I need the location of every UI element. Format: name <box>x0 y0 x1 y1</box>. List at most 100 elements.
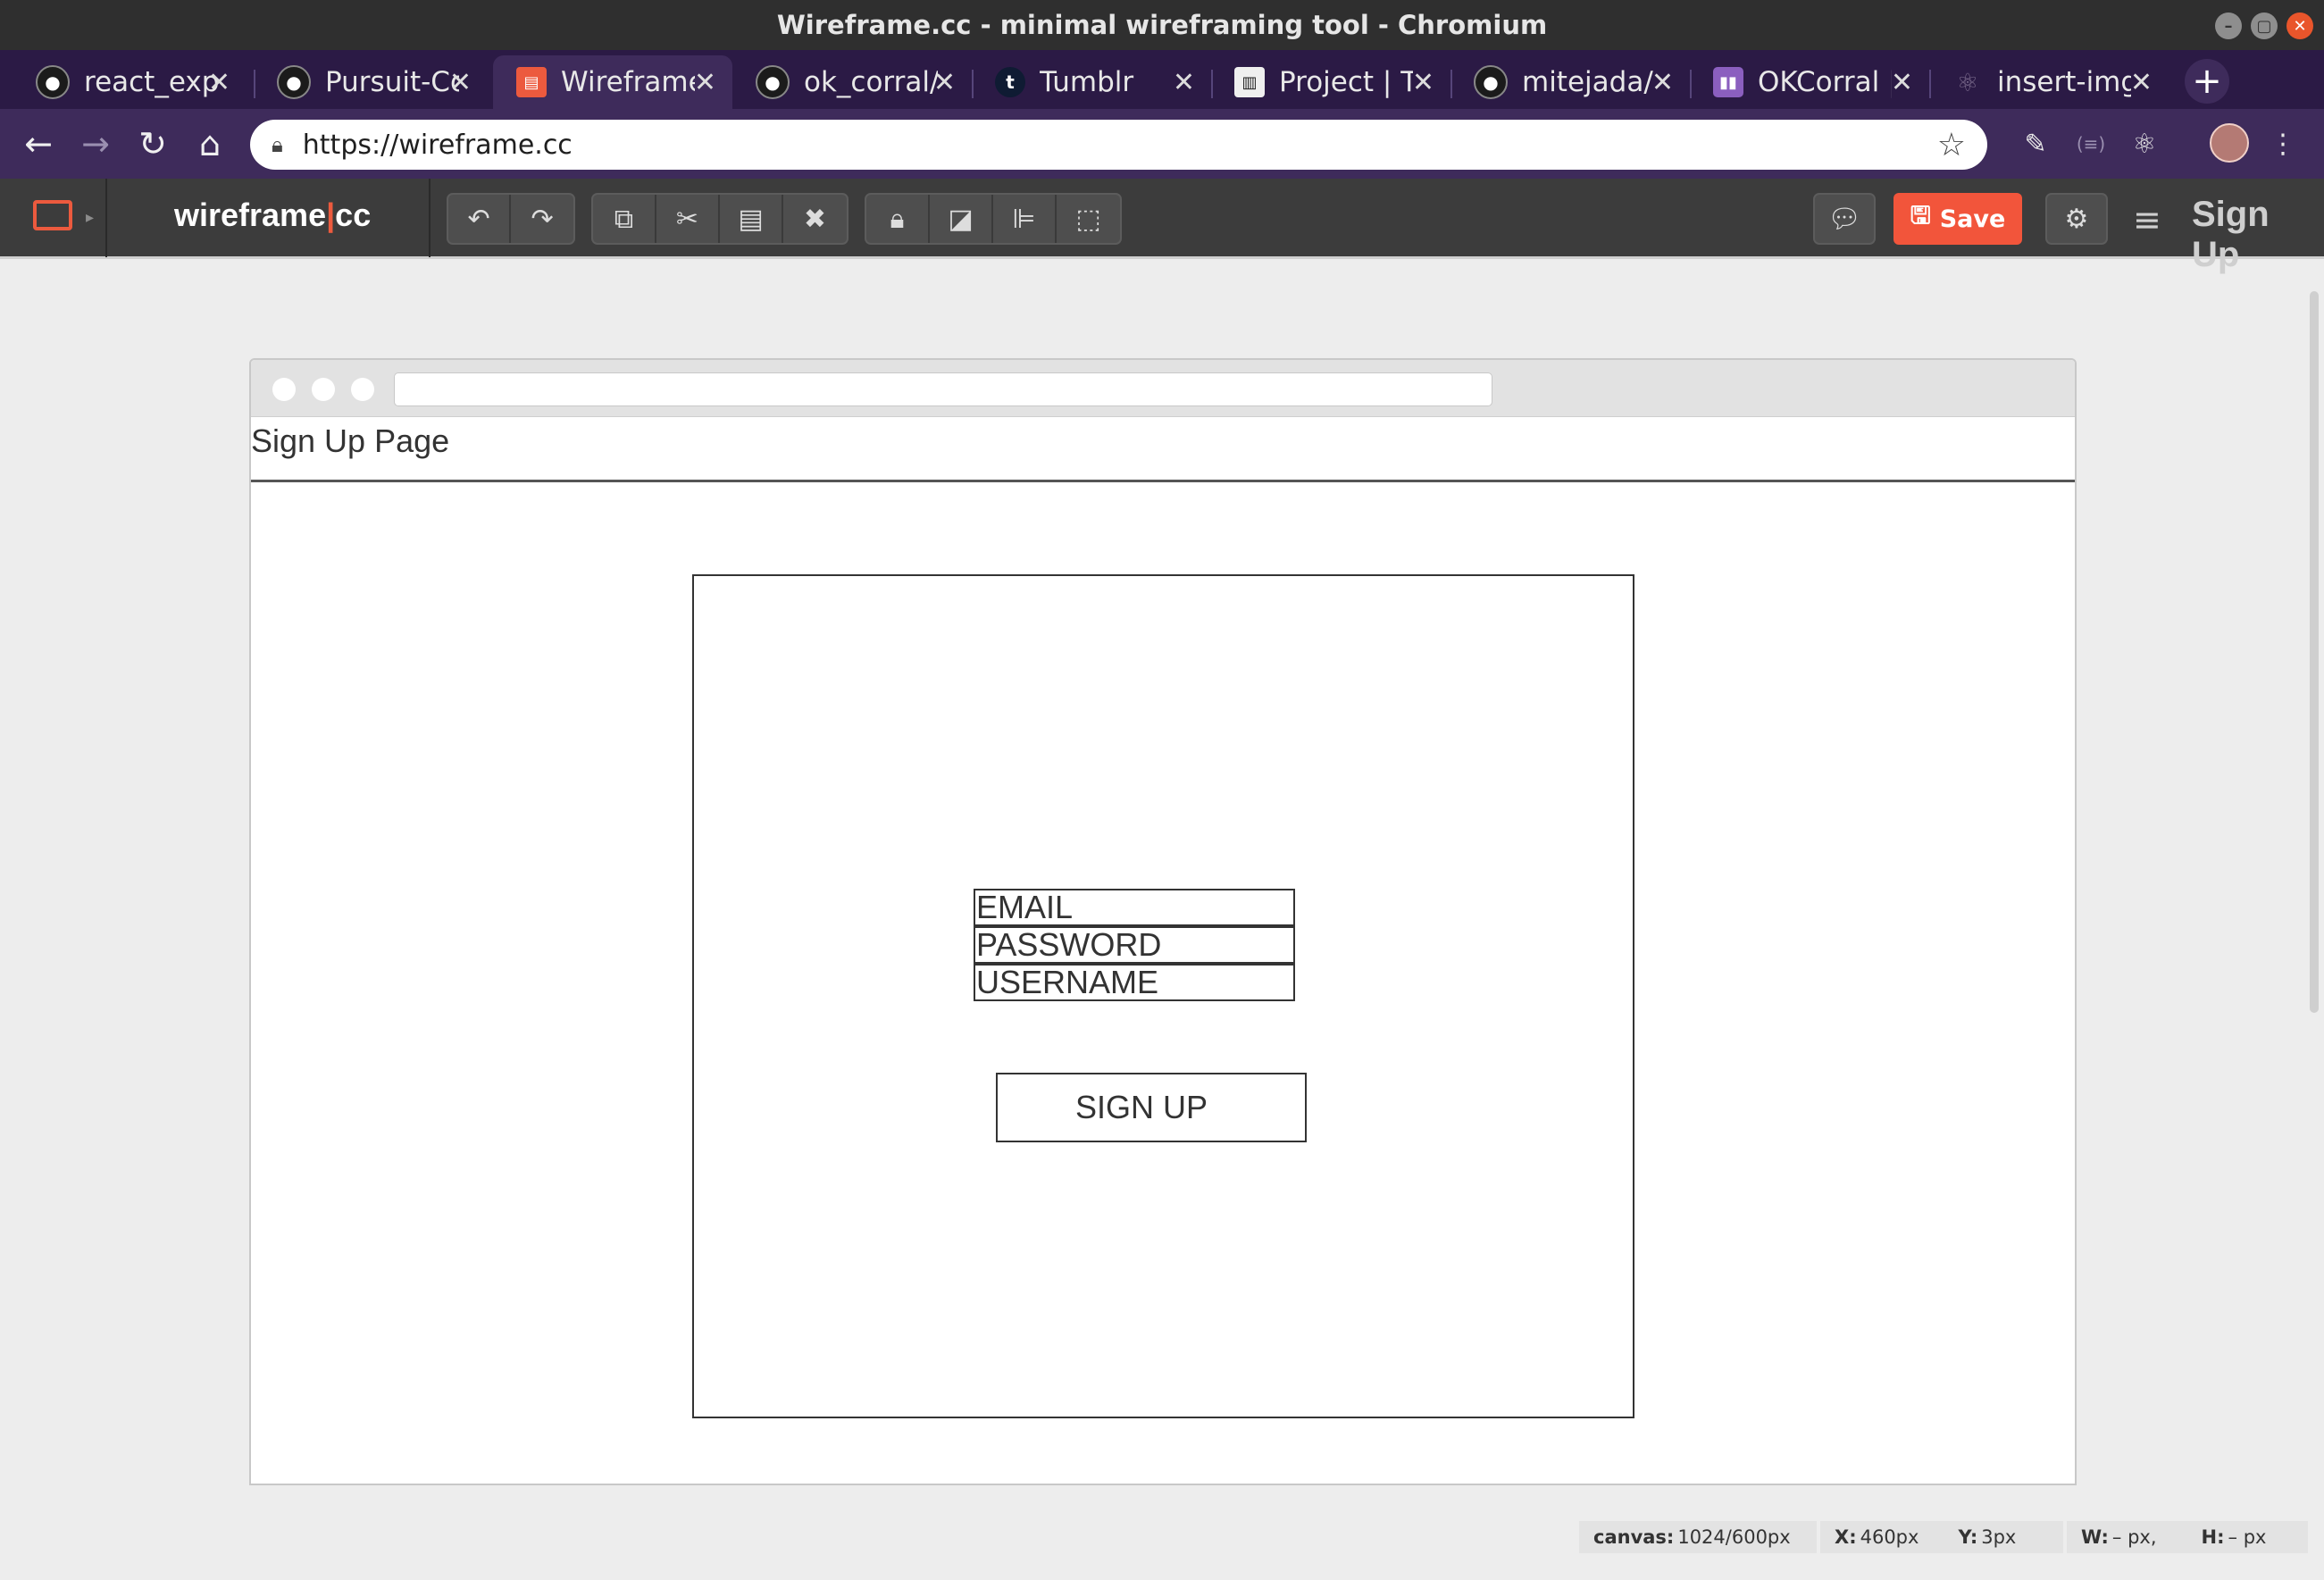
close-tab-icon[interactable]: ✕ <box>933 67 956 98</box>
settings-group: ⚙ <box>2045 193 2108 245</box>
tab-mitejada[interactable]: ● mitejada/ ✕ <box>1450 55 1690 109</box>
paste-icon[interactable]: ▤ <box>720 195 783 243</box>
heading-divider[interactable] <box>251 480 2075 482</box>
brand-separator: | <box>326 196 336 233</box>
reload-icon[interactable]: ↻ <box>130 121 175 166</box>
undo-icon[interactable]: ↶ <box>448 195 512 243</box>
status-value: 1024/600px <box>1677 1526 1791 1548</box>
menu-kebab-icon[interactable]: ⋮ <box>2265 123 2301 164</box>
tab-strip: ● react_expl ✕ ● Pursuit-Co ✕ ▤ Wirefram… <box>0 50 2324 109</box>
delete-icon[interactable]: ✖ <box>783 195 847 243</box>
tab-react-expl[interactable]: ● react_expl ✕ <box>13 55 247 109</box>
comment-icon[interactable]: 💬︎ <box>1815 195 1874 243</box>
new-tab-button[interactable]: + <box>2185 59 2229 104</box>
tab-label: ok_corral/ <box>804 66 938 98</box>
trello-icon: ▮▮ <box>1713 67 1743 97</box>
settings-gears-icon[interactable]: ⚙ <box>2047 195 2106 243</box>
status-label: X: <box>1835 1526 1857 1548</box>
tab-label: mitejada/ <box>1522 66 1653 98</box>
home-icon[interactable]: ⌂ <box>188 121 232 166</box>
status-value: 460px <box>1860 1526 1919 1548</box>
window-titlebar: Wireframe.cc - minimal wireframing tool … <box>0 0 2324 50</box>
tab-tumblr[interactable]: t Tumblr ✕ <box>972 55 1211 109</box>
status-label: canvas: <box>1593 1526 1675 1548</box>
address-bar[interactable]: 🔒︎ https://wireframe.cc ☆ <box>250 120 1987 170</box>
tab-insert-img[interactable]: ⚛ insert-img ✕ <box>1929 55 2169 109</box>
bookmark-star-icon[interactable]: ☆ <box>1937 127 1966 163</box>
tab-label: Tumblr <box>1040 66 1134 98</box>
vertical-scrollbar[interactable] <box>2310 291 2319 1013</box>
tab-pursuit[interactable]: ● Pursuit-Co ✕ <box>254 55 488 109</box>
tab-project[interactable]: ▥ Project | T ✕ <box>1211 55 1450 109</box>
redo-icon[interactable]: ↷ <box>511 195 573 243</box>
signup-box[interactable]: EMAIL PASSWORD USERNAME SIGN UP <box>692 574 1634 1418</box>
profile-avatar[interactable] <box>2210 123 2249 163</box>
extension-dim-icon[interactable]: (≡) <box>2070 123 2111 164</box>
save-button[interactable]: 🖫︎ Save <box>1893 193 2022 245</box>
status-dimensions: W: – px, H: – px <box>2067 1521 2308 1553</box>
status-position: X: 460px Y: 3px <box>1820 1521 2063 1553</box>
tab-wireframe[interactable]: ▤ Wireframe ✕ <box>493 55 732 109</box>
lock-icon: 🔒︎ <box>272 132 283 157</box>
close-tab-icon[interactable]: ✕ <box>1412 67 1434 98</box>
tab-ok-corral[interactable]: ● ok_corral/ ✕ <box>732 55 972 109</box>
password-field[interactable]: PASSWORD <box>974 926 1295 964</box>
brand-text: wireframe <box>174 196 327 233</box>
history-group: ↶ ↷ <box>447 193 575 245</box>
cut-icon[interactable]: ✂ <box>656 195 720 243</box>
close-tab-icon[interactable]: ✕ <box>449 67 472 98</box>
clipboard-group: ⧉ ✂ ▤ ✖ <box>591 193 849 245</box>
hamburger-menu-icon[interactable]: ≡ <box>2133 200 2161 239</box>
page-frame-icon[interactable] <box>33 200 72 230</box>
close-tab-icon[interactable]: ✕ <box>1173 67 1195 98</box>
app-toolbar: ▸ wireframe|cc ↶ ↷ ⧉ ✂ ▤ ✖ 🔒︎ ◪ ⊫ ⬚ 💬︎ 🖫… <box>0 179 2324 259</box>
comment-group: 💬︎ <box>1813 193 1876 245</box>
github-icon: ● <box>756 65 790 99</box>
status-value: – px <box>2228 1526 2267 1548</box>
close-window-icon[interactable]: ✕ <box>2286 13 2313 39</box>
react-devtools-icon[interactable]: ⚛ <box>2124 123 2165 164</box>
signup-button[interactable]: SIGN UP <box>996 1073 1307 1142</box>
copy-icon[interactable]: ⧉ <box>593 195 656 243</box>
page-title[interactable]: Sign Up Page <box>251 422 449 460</box>
maximize-icon[interactable]: ▢ <box>2251 13 2278 39</box>
close-tab-icon[interactable]: ✕ <box>694 67 716 98</box>
status-label: Y: <box>1958 1526 1978 1548</box>
back-icon[interactable]: ← <box>16 121 61 166</box>
minimize-icon[interactable]: – <box>2215 13 2242 39</box>
align-left-icon[interactable]: ⊫ <box>993 195 1057 243</box>
close-tab-icon[interactable]: ✕ <box>1651 67 1674 98</box>
close-tab-icon[interactable]: ✕ <box>1891 67 1913 98</box>
signup-link[interactable]: Sign Up <box>2192 195 2324 275</box>
tab-label: OKCorral | <box>1758 66 1892 98</box>
window-controls: – ▢ ✕ <box>2215 13 2313 39</box>
caret-right-icon[interactable]: ▸ <box>86 208 94 227</box>
github-icon: ● <box>36 65 70 99</box>
close-tab-icon[interactable]: ✕ <box>208 67 230 98</box>
wireframe-icon: ▤ <box>516 67 547 97</box>
email-field[interactable]: EMAIL <box>974 889 1295 926</box>
lock-element-icon[interactable]: 🔒︎ <box>866 195 930 243</box>
group-icon[interactable]: ⬚ <box>1057 195 1120 243</box>
bring-front-icon[interactable]: ◪ <box>930 195 993 243</box>
github-icon: ● <box>1474 65 1508 99</box>
tab-label: Pursuit-Co <box>325 66 459 98</box>
tab-label: insert-img <box>1997 66 2131 98</box>
mock-url-bar <box>394 372 1492 406</box>
tab-okcorral-trello[interactable]: ▮▮ OKCorral | ✕ <box>1690 55 1929 109</box>
status-value: 3px <box>1981 1526 2017 1548</box>
arrange-group: 🔒︎ ◪ ⊫ ⬚ <box>865 193 1122 245</box>
wireframe-canvas[interactable]: Sign Up Page EMAIL PASSWORD USERNAME SIG… <box>249 358 2077 1485</box>
browser-navbar: ← → ↻ ⌂ 🔒︎ https://wireframe.cc ☆ ✎ (≡) … <box>0 109 2324 179</box>
close-tab-icon[interactable]: ✕ <box>2130 67 2153 98</box>
username-field[interactable]: USERNAME <box>974 964 1295 1001</box>
mock-window-dot <box>312 378 335 401</box>
extension-pen-icon[interactable]: ✎ <box>2015 123 2056 164</box>
mock-window-dot <box>272 378 296 401</box>
mock-browser-chrome <box>251 360 2075 417</box>
github-icon: ● <box>277 65 311 99</box>
brand-logo: wireframe|cc <box>174 196 371 234</box>
tab-label: Project | T <box>1279 66 1413 98</box>
status-label: W: <box>2081 1526 2109 1548</box>
forward-icon[interactable]: → <box>73 121 118 166</box>
